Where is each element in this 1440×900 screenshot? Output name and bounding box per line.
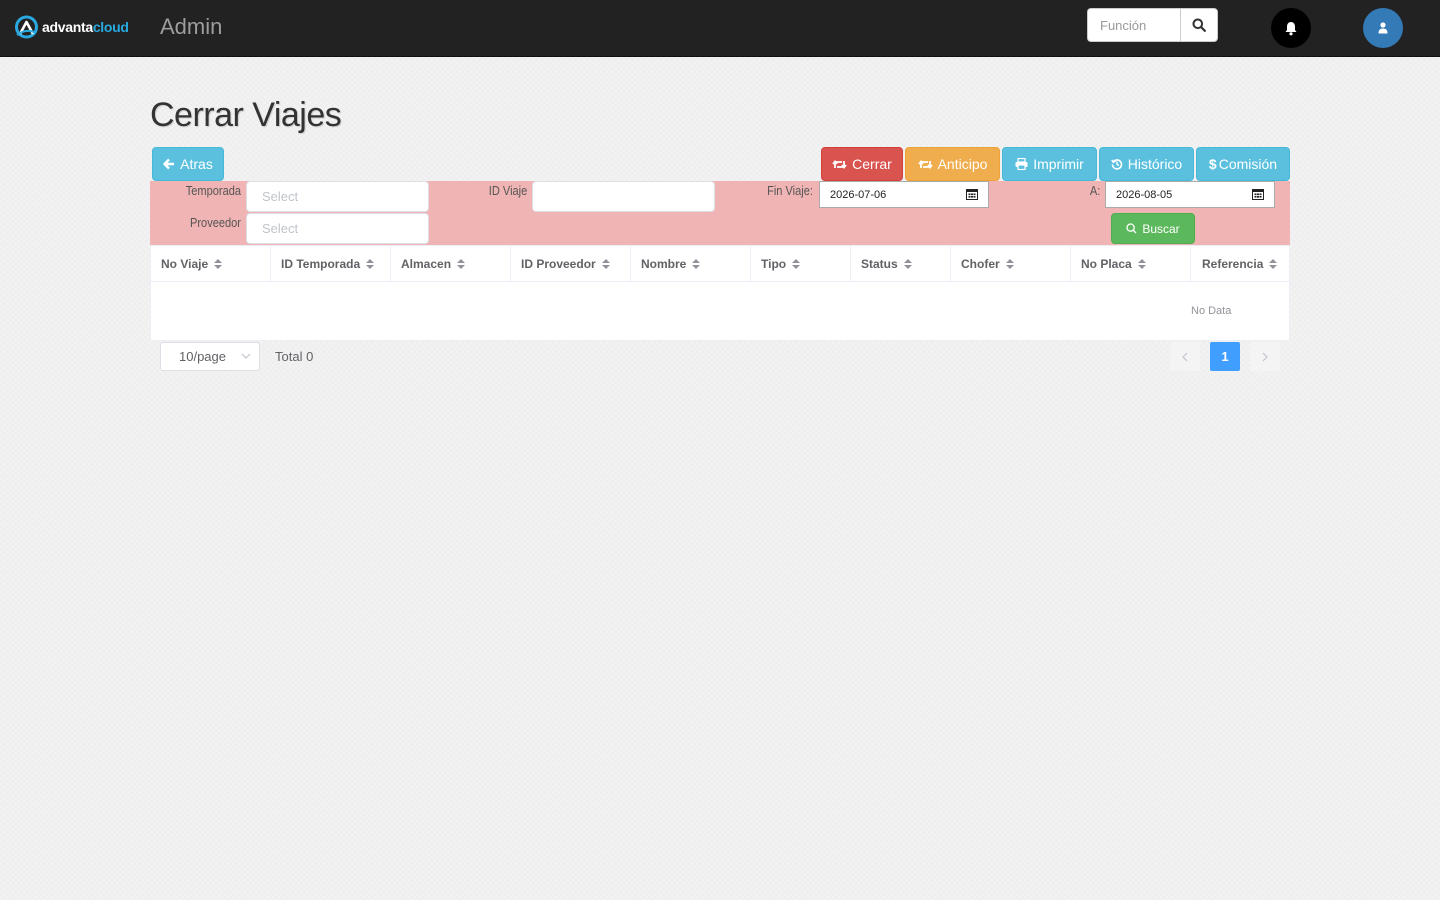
column-header[interactable]: Referencia: [1191, 246, 1289, 282]
calendar-icon[interactable]: [1252, 189, 1264, 200]
user-icon: [1378, 22, 1388, 34]
brand-title[interactable]: Admin: [160, 14, 222, 40]
advanta-logo-icon: [15, 15, 38, 39]
commission-label: Comisión: [1218, 156, 1278, 172]
season-label: Temporada: [185, 183, 241, 198]
page-number-button[interactable]: 1: [1210, 342, 1240, 371]
search-trips-label: Buscar: [1142, 221, 1180, 236]
column-header[interactable]: No Placa: [1071, 246, 1191, 282]
trip-id-input[interactable]: [532, 181, 715, 212]
table-header: No Viaje ID Temporada Almacen ID Proveed…: [151, 246, 1289, 282]
column-header[interactable]: Tipo: [751, 246, 851, 282]
sort-icon[interactable]: [457, 259, 466, 269]
column-header[interactable]: ID Proveedor: [511, 246, 631, 282]
advance-button[interactable]: Anticipo: [905, 147, 1000, 181]
chevron-left-icon: [1182, 352, 1188, 361]
sort-icon[interactable]: [214, 259, 223, 269]
sort-icon[interactable]: [903, 259, 912, 269]
column-header[interactable]: ID Temporada: [271, 246, 391, 282]
user-menu-button[interactable]: [1363, 8, 1403, 48]
print-label: Imprimir: [1033, 156, 1084, 172]
calendar-icon[interactable]: [966, 189, 978, 200]
close-trips-label: Cerrar: [852, 156, 892, 172]
total-count: Total 0: [275, 349, 314, 364]
notifications-button[interactable]: [1271, 8, 1311, 48]
sort-icon[interactable]: [601, 259, 610, 269]
sort-icon[interactable]: [792, 259, 801, 269]
dollar-icon: $: [1208, 156, 1217, 172]
retweet-icon: [832, 159, 847, 169]
chevron-right-icon: [1262, 352, 1268, 361]
search-trips-button[interactable]: Buscar: [1111, 213, 1195, 244]
next-page-button[interactable]: [1250, 342, 1280, 371]
page-size-value: 10/page: [179, 349, 226, 364]
sort-icon[interactable]: [1137, 259, 1146, 269]
end-trip-from-date[interactable]: 2026-07-06: [819, 181, 989, 208]
history-label: Histórico: [1127, 156, 1183, 172]
empty-table-text: No Data: [1191, 305, 1232, 317]
search-icon: [1126, 223, 1137, 234]
function-search: [1087, 8, 1218, 42]
to-label: A:: [1089, 183, 1100, 198]
search-button[interactable]: [1180, 8, 1218, 42]
logo-text: advantacloud: [42, 19, 129, 35]
column-header[interactable]: Almacen: [391, 246, 511, 282]
top-navbar: advantacloud Admin: [0, 0, 1440, 57]
season-select[interactable]: Select: [246, 181, 429, 212]
sort-icon[interactable]: [1269, 259, 1278, 269]
provider-select[interactable]: Select: [246, 213, 429, 244]
close-trips-button[interactable]: Cerrar: [821, 147, 903, 181]
prev-page-button[interactable]: [1170, 342, 1200, 371]
history-button[interactable]: Histórico: [1099, 147, 1194, 181]
end-trip-label: Fin Viaje:: [767, 183, 813, 198]
search-icon: [1192, 18, 1206, 32]
end-trip-to-date[interactable]: 2026-08-05: [1105, 181, 1275, 208]
end-trip-to-value: 2026-08-05: [1116, 188, 1173, 201]
print-icon: [1015, 158, 1028, 170]
advanta-logo[interactable]: advantacloud: [14, 15, 129, 39]
trip-id-label: ID Viaje: [488, 183, 527, 198]
commission-button[interactable]: $ Comisión: [1196, 147, 1290, 181]
sort-icon[interactable]: [1005, 259, 1014, 269]
retweet-icon: [917, 159, 933, 169]
back-button[interactable]: Atras: [152, 147, 224, 181]
history-icon: [1110, 159, 1123, 170]
advance-label: Anticipo: [937, 156, 988, 172]
back-label: Atras: [180, 156, 213, 172]
function-search-input[interactable]: [1087, 8, 1180, 42]
page-title: Cerrar Viajes: [150, 96, 342, 134]
provider-label: Proveedor: [190, 215, 241, 230]
bell-icon: [1285, 21, 1297, 35]
column-header[interactable]: Chofer: [951, 246, 1071, 282]
trips-table: No Viaje ID Temporada Almacen ID Proveed…: [150, 245, 1290, 341]
column-header[interactable]: Nombre: [631, 246, 751, 282]
chevron-down-icon: [241, 353, 251, 359]
print-button[interactable]: Imprimir: [1002, 147, 1097, 181]
arrow-left-icon: [163, 158, 175, 170]
end-trip-from-value: 2026-07-06: [830, 188, 887, 201]
column-header[interactable]: Status: [851, 246, 951, 282]
page-size-select[interactable]: 10/page: [160, 342, 260, 371]
sort-icon[interactable]: [366, 259, 375, 269]
column-header[interactable]: No Viaje: [151, 246, 271, 282]
sort-icon[interactable]: [692, 259, 701, 269]
